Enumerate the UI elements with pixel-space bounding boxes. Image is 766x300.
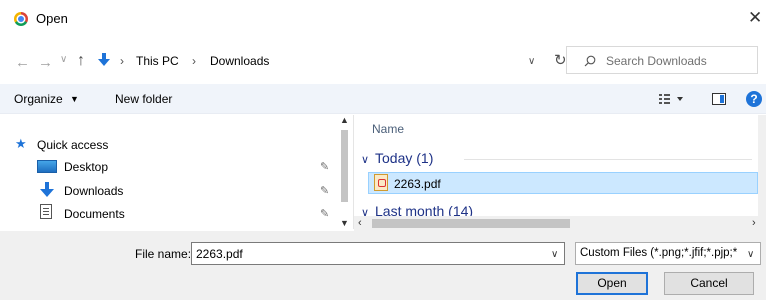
pdf-file-icon (374, 174, 388, 191)
sidebar-item-downloads[interactable]: Downloads (64, 184, 123, 198)
preview-pane-icon[interactable] (712, 93, 726, 105)
address-dropdown-icon[interactable]: ∨ (528, 56, 535, 67)
downloads-arrow-icon (98, 53, 110, 66)
group-header-last-month[interactable]: Last month (14) (375, 203, 473, 216)
change-view-icon[interactable] (658, 92, 686, 106)
pin-icon[interactable]: ✎ (320, 160, 329, 173)
pane-divider[interactable] (353, 115, 354, 229)
window-title: Open (36, 11, 68, 26)
search-icon (584, 55, 596, 67)
scroll-left-icon[interactable]: ‹ (358, 217, 362, 229)
downloads-icon (40, 182, 54, 197)
sidebar-scroll-thumb[interactable] (341, 130, 348, 202)
pin-icon[interactable]: ✎ (320, 184, 329, 197)
file-name-value[interactable]: 2263.pdf (196, 247, 243, 261)
chevron-down-icon[interactable]: ∨ (361, 153, 369, 166)
quick-access-star-icon: ★ (15, 136, 27, 151)
scroll-down-icon[interactable]: ▼ (340, 218, 349, 228)
sidebar-item-quick-access[interactable]: Quick access (37, 138, 108, 152)
file-name-dropdown-icon[interactable]: ∨ (551, 249, 558, 260)
scroll-up-icon[interactable]: ▲ (340, 115, 349, 125)
column-header-name[interactable]: Name (372, 122, 404, 136)
breadcrumb-separator: › (120, 54, 124, 68)
file-name[interactable]: 2263.pdf (394, 177, 441, 191)
group-divider (464, 159, 752, 160)
close-button[interactable]: ✕ (748, 8, 762, 28)
help-icon[interactable]: ? (746, 91, 762, 107)
scroll-right-icon[interactable]: › (752, 217, 756, 229)
forward-button[interactable]: → (38, 54, 53, 71)
up-button[interactable]: ↑ (77, 52, 85, 70)
documents-icon (40, 204, 52, 219)
refresh-button[interactable]: ↻ (554, 51, 567, 69)
sidebar-item-desktop[interactable]: Desktop (64, 160, 108, 174)
back-button[interactable]: ← (15, 54, 30, 71)
desktop-icon (37, 160, 57, 173)
file-name-label: File name: (135, 247, 192, 261)
caret-down-icon[interactable]: ▼ (70, 94, 79, 104)
breadcrumb-downloads[interactable]: Downloads (210, 54, 269, 68)
file-type-value[interactable]: Custom Files (*.png;*.jfif;*.pjp;* (580, 247, 744, 259)
horizontal-scroll-thumb[interactable] (372, 219, 570, 228)
sidebar-item-documents[interactable]: Documents (64, 207, 125, 221)
breadcrumb-this-pc[interactable]: This PC (136, 54, 179, 68)
file-type-dropdown-icon[interactable]: ∨ (747, 249, 754, 260)
organize-button[interactable]: Organize (14, 92, 63, 106)
title-bar (0, 0, 766, 40)
open-button-label[interactable]: Open (576, 276, 648, 290)
pin-icon[interactable]: ✎ (320, 207, 329, 220)
file-name-input[interactable] (191, 242, 565, 265)
new-folder-button[interactable]: New folder (115, 92, 172, 106)
search-placeholder: Search Downloads (606, 54, 707, 68)
cancel-button-label[interactable]: Cancel (664, 276, 754, 290)
file-list-scrollbar[interactable] (758, 115, 766, 216)
group-header-today[interactable]: Today (1) (375, 150, 433, 166)
chrome-icon (14, 12, 28, 26)
breadcrumb-separator: › (192, 54, 196, 68)
recent-locations-chevron-icon[interactable]: ∨ (60, 54, 67, 65)
